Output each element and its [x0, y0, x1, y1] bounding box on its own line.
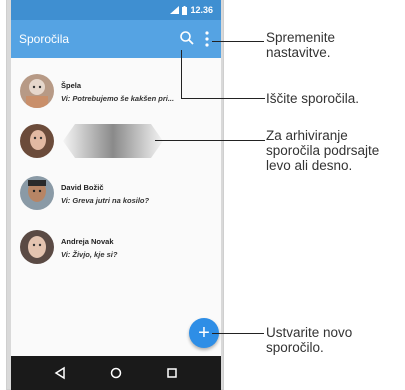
list-item[interactable]: David Božič Vi: Greva jutri na kosilo?: [11, 168, 221, 218]
search-icon[interactable]: [178, 29, 196, 47]
status-bar: 12.36: [11, 0, 221, 20]
navigation-bar: [11, 356, 221, 390]
callout-line-archive: [155, 140, 265, 142]
list-item[interactable]: Špela Vi: Potrebujemo še kakšen pri...: [11, 66, 221, 116]
home-icon[interactable]: [109, 366, 123, 380]
callout-archive: Za arhiviranje sporočila podrsajte levo …: [266, 128, 380, 173]
recents-icon[interactable]: [165, 366, 179, 380]
callout-line-settings: [212, 41, 264, 43]
app-title: Sporočila: [19, 32, 70, 46]
back-icon[interactable]: [53, 366, 67, 380]
phone-screen: 12.36 Sporočila Špela Vi: Potrebujemo še…: [11, 0, 221, 390]
callout-line-compose: [212, 333, 264, 335]
signal-icon: [170, 6, 180, 14]
status-time: 12.36: [190, 5, 213, 15]
app-bar: Sporočila: [11, 20, 221, 58]
battery-icon: [182, 5, 188, 15]
callout-search: Iščite sporočila.: [266, 91, 360, 106]
message-preview: Vi: Greva jutri na kosilo?: [61, 196, 150, 205]
callout-line-search: [181, 50, 183, 98]
contact-name: Špela: [61, 81, 82, 90]
message-preview: Vi: Potrebujemo še kakšen pri...: [61, 94, 175, 103]
swipe-gesture-indicator: [63, 124, 163, 158]
list-item[interactable]: Andreja Novak Vi: Živjo, kje si?: [11, 222, 221, 272]
callout-line-search: [181, 98, 265, 100]
message-preview: Vi: Živjo, kje si?: [61, 250, 118, 259]
avatar: [20, 230, 54, 264]
callout-compose: Ustvarite novo sporočilo.: [266, 325, 353, 355]
contact-name: Andreja Novak: [61, 237, 114, 246]
overflow-menu-icon[interactable]: [204, 30, 210, 48]
avatar: [20, 124, 54, 158]
contact-name: David Božič: [61, 183, 104, 192]
avatar: [20, 176, 54, 210]
phone-frame: 12.36 Sporočila Špela Vi: Potrebujemo še…: [6, 0, 224, 390]
avatar: [20, 74, 54, 108]
callout-settings: Spremenite nastavitve.: [266, 30, 336, 60]
